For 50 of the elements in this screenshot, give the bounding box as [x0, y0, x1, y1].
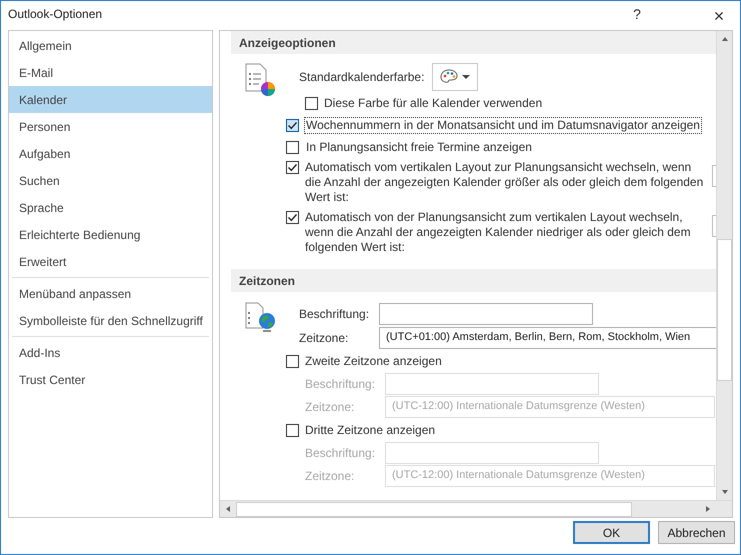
sidebar-item[interactable]: Suchen: [9, 167, 212, 194]
checkbox-label: In Planungsansicht freie Termine anzeigen: [305, 140, 533, 155]
sidebar-item[interactable]: Aufgaben: [9, 140, 212, 167]
section-title: Zeitzonen: [239, 272, 295, 290]
help-button[interactable]: ?: [622, 3, 652, 25]
checkbox-label: Automatisch vom vertikalen Layout zur Planungsansicht wechseln, wenn die Anzahl der angezeigten Kalender größer als oder gleich dem folgenden Wert ist:: [305, 160, 704, 205]
color-dropdown[interactable]: [432, 63, 478, 91]
section-title: Anzeigeoptionen: [239, 34, 336, 52]
field-label: Standardkalenderfarbe:: [299, 69, 426, 86]
window-title: Outlook-Optionen: [8, 6, 104, 23]
sidebar-item[interactable]: Sprache: [9, 194, 212, 221]
field-label: Zeitzone:: [305, 468, 356, 484]
checkbox-label: Wochennummern in der Monatsansicht und im Datumsnavigator anzeigen: [305, 118, 701, 133]
dialog-button[interactable]: OK: [573, 521, 650, 544]
time-zone-dropdown[interactable]: (UTC+01:00) Amsterdam, Berlin, Bern, Rom, Stockholm, Wien: [379, 326, 716, 348]
field-label: Zeitzone:: [299, 330, 350, 346]
field-label: Zeitzone:: [305, 398, 356, 416]
sidebar-item[interactable]: Kalender: [9, 86, 212, 113]
checkbox[interactable]: [305, 97, 318, 110]
field-label: Beschriftung:: [299, 306, 370, 322]
sidebar-item[interactable]: Erweitert: [9, 248, 212, 275]
sidebar-item[interactable]: E-Mail: [9, 59, 212, 86]
sidebar-item[interactable]: Symbolleiste für den Schnellzugriff: [9, 307, 212, 334]
caption-field[interactable]: [379, 302, 593, 324]
calendar-color-icon: [244, 63, 276, 97]
sidebar-item[interactable]: Trust Center: [9, 366, 212, 393]
sidebar-item[interactable]: Personen: [9, 113, 212, 140]
close-button[interactable]: ×: [702, 3, 736, 25]
scrollbar-thumb[interactable]: [717, 239, 732, 381]
field-label: Beschriftung:: [305, 444, 376, 462]
checkbox-label: Diese Farbe für alle Kalender verwenden: [324, 96, 542, 111]
caret-icon: [462, 74, 470, 80]
sidebar-item[interactable]: Allgemein: [9, 32, 212, 59]
dialog-button[interactable]: Abbrechen: [658, 521, 735, 544]
globe-document-icon: [244, 302, 276, 334]
palette-icon: [440, 69, 458, 85]
sidebar-item[interactable]: Add-Ins: [9, 339, 212, 366]
sidebar-item[interactable]: Erleichterte Bedienung: [9, 221, 212, 248]
checkbox-label: Zweite Zeitzone anzeigen: [305, 353, 442, 370]
checkbox[interactable]: [286, 141, 299, 154]
checkbox-label: Automatisch von der Planungsansicht zum vertikalen Layout wechseln, wenn die Anzahl der angezeigten Kalender niedriger als oder gleich dem folgenden Wert ist:: [305, 210, 692, 255]
checkbox-label: Dritte Zeitzone anzeigen: [305, 422, 436, 439]
field-label: Beschriftung:: [305, 376, 376, 392]
sidebar-item[interactable]: Menüband anpassen: [9, 280, 212, 307]
checkbox[interactable]: [286, 211, 299, 224]
vertical-scrollbar[interactable]: [716, 31, 732, 500]
checkbox[interactable]: [286, 161, 299, 174]
scrollbar-thumb[interactable]: [236, 502, 632, 516]
checkbox[interactable]: [286, 119, 299, 132]
horizontal-scrollbar[interactable]: [220, 500, 732, 517]
